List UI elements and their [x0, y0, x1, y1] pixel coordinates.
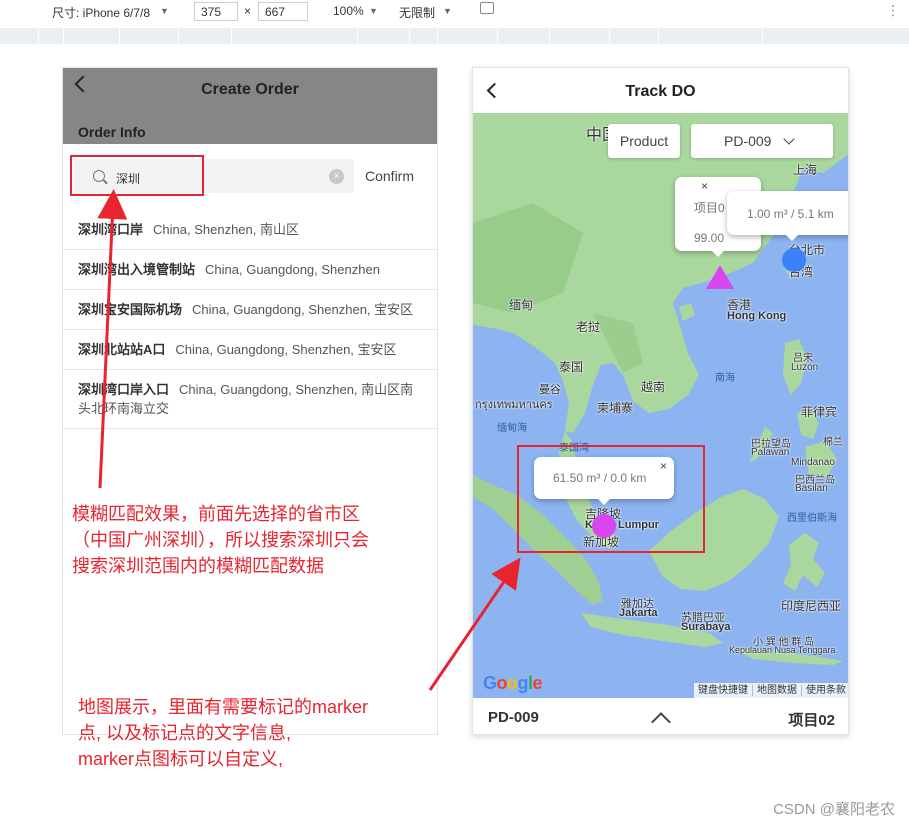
result-name: 深圳北站站A口	[78, 342, 166, 357]
map-label: 缅甸	[509, 298, 534, 312]
product-select-value: PD-009	[724, 133, 772, 149]
terms-link[interactable]: 使用条款	[801, 685, 848, 696]
map-label: 柬埔寨	[597, 401, 634, 415]
map-label: 缅甸海	[497, 423, 527, 434]
footer-project: 项目02	[788, 712, 835, 729]
chevron-down-icon	[783, 133, 796, 145]
list-item[interactable]: 深圳湾口岸入口 China, Guangdong, Shenzhen, 南山区南头…	[63, 370, 437, 429]
section-title: Order Info	[78, 124, 146, 140]
confirm-button[interactable]: Confirm	[365, 168, 414, 184]
map-label: Kepulauan Nusa Tenggara	[729, 645, 836, 655]
list-item[interactable]: 深圳北站站A口 China, Guangdong, Shenzhen, 宝安区	[63, 330, 437, 370]
rotate-icon[interactable]	[480, 2, 494, 14]
media-query-ruler[interactable]	[0, 28, 909, 44]
more-options-icon[interactable]: ⋮	[886, 2, 901, 19]
bottom-bar: PD-009 项目02	[473, 698, 848, 734]
triangle-marker-icon[interactable]	[706, 265, 734, 289]
create-order-screen: Create Order Order Info 深圳 × Confirm 深圳湾…	[62, 67, 438, 735]
dimension-separator: ×	[244, 4, 252, 18]
watermark: CSDN @襄阳老农	[773, 801, 895, 818]
product-select[interactable]: PD-009	[691, 124, 833, 158]
throttle-label[interactable]: 无限制	[399, 4, 435, 21]
nav-header: Create Order Order Info	[63, 68, 437, 144]
devtools-toolbar: 尺寸: iPhone 6/7/8 ▼ 375 × 667 100% ▼ 无限制 …	[0, 0, 909, 24]
device-size-label[interactable]: 尺寸: iPhone 6/7/8	[52, 4, 150, 21]
viewport-width-input[interactable]: 375	[194, 2, 238, 21]
map-label: Jakarta	[619, 607, 658, 619]
viewport-height-input[interactable]: 667	[258, 2, 308, 21]
map-attribution: 键盘快捷键 地图数据 使用条款	[694, 683, 848, 698]
map-label: 越南	[641, 380, 666, 394]
nav-header: Track DO	[473, 68, 848, 113]
popup-line: 1.00 m³ / 5.1 km	[747, 207, 834, 221]
throttle-dropdown-icon[interactable]: ▼	[443, 6, 452, 16]
device-dropdown-icon[interactable]: ▼	[160, 6, 169, 16]
track-do-screen: Track DO 中国 上海 台北市 台湾 香港 Hong Kong 缅甸 老挝…	[472, 67, 849, 735]
result-detail: China, Guangdong, Shenzhen	[205, 262, 380, 277]
result-detail: China, Guangdong, Shenzhen, 宝安区	[192, 302, 414, 317]
map-label: Luzon	[791, 362, 819, 373]
footer-product: PD-009	[488, 709, 539, 726]
map-view[interactable]: 中国 上海 台北市 台湾 香港 Hong Kong 缅甸 老挝 泰国 曼谷 กร…	[473, 113, 848, 698]
zoom-label[interactable]: 100%	[333, 4, 364, 18]
list-item[interactable]: 深圳宝安国际机场 China, Guangdong, Shenzhen, 宝安区	[63, 290, 437, 330]
map-label: Surabaya	[681, 621, 731, 633]
map-data-link[interactable]: 地图数据	[752, 685, 801, 696]
search-highlight-box	[70, 155, 204, 196]
result-name: 深圳湾口岸入口	[78, 382, 170, 397]
circle-marker-icon[interactable]	[782, 248, 806, 272]
map-label: 泰国	[559, 360, 584, 374]
marker-highlight-box	[517, 445, 705, 553]
map-label: 南海	[715, 373, 735, 384]
map-label: 菲律宾	[801, 405, 838, 419]
result-name: 深圳宝安国际机场	[78, 302, 183, 317]
product-label: Product	[608, 124, 680, 158]
keyboard-shortcuts-link[interactable]: 键盘快捷键	[694, 685, 752, 696]
chevron-up-icon[interactable]	[651, 712, 671, 732]
map-annotation: 地图展示，里面有需要标记的marker 点, 以及标记点的文字信息, marke…	[78, 697, 369, 769]
map-label: 西里伯斯海	[787, 513, 837, 524]
map-label: กรุงเทพมหานคร	[475, 399, 553, 411]
search-annotation: 模糊匹配效果，前面先选择的省市区 （中国广州深圳），所以搜索深圳只会 搜索深圳范…	[72, 504, 369, 576]
result-name: 深圳湾出入境管制站	[78, 262, 196, 277]
list-item[interactable]: 深圳湾出入境管制站 China, Guangdong, Shenzhen	[63, 250, 437, 290]
map-label: Hong Kong	[727, 310, 787, 322]
map-label: 老挝	[576, 320, 601, 334]
map-label: Basilan	[795, 483, 828, 494]
page-title: Track DO	[625, 83, 696, 100]
zoom-dropdown-icon[interactable]: ▼	[369, 6, 378, 16]
map-label: 上海	[793, 163, 818, 177]
result-detail: China, Guangdong, Shenzhen, 宝安区	[175, 342, 397, 357]
marker-info-popup: × 1.00 m³ / 5.1 km	[701, 179, 848, 241]
page-title: Create Order	[201, 81, 299, 98]
clear-icon[interactable]: ×	[329, 169, 344, 184]
map-label: 棉兰	[823, 437, 843, 448]
map-label: Palawan	[751, 447, 790, 458]
map-label: 印度尼西亚	[781, 599, 842, 613]
map-label: Mindanao	[791, 457, 835, 468]
close-icon[interactable]: ×	[701, 179, 848, 193]
search-results-list: 深圳湾口岸 China, Shenzhen, 南山区 深圳湾出入境管制站 China…	[63, 210, 437, 429]
result-detail: China, Shenzhen, 南山区	[153, 222, 299, 237]
search-row: 深圳 × Confirm	[63, 144, 437, 210]
google-logo: Google	[483, 673, 543, 693]
list-item[interactable]: 深圳湾口岸 China, Shenzhen, 南山区	[63, 210, 437, 250]
result-name: 深圳湾口岸	[78, 222, 144, 237]
